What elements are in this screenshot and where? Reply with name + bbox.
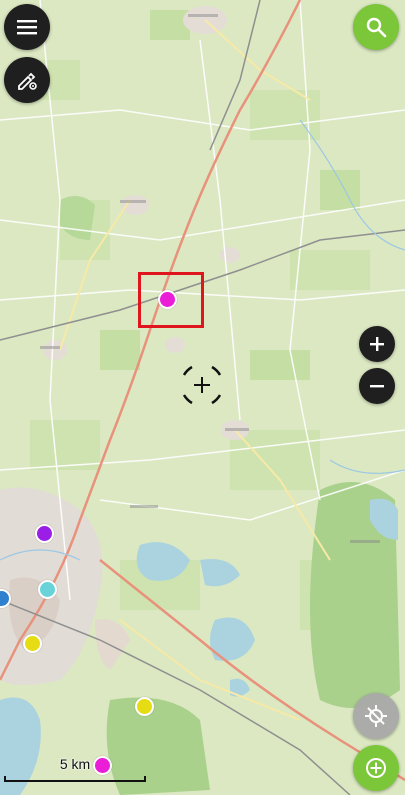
minus-icon — [370, 385, 384, 388]
my-location-button[interactable] — [353, 693, 399, 739]
map-poi-marker-cyan[interactable] — [38, 580, 57, 599]
search-button[interactable] — [353, 4, 399, 50]
highlight-box — [138, 272, 204, 328]
zoom-out-button[interactable] — [359, 368, 395, 404]
add-circle-icon — [366, 758, 386, 778]
map-poi-marker-yellow-2[interactable] — [135, 697, 154, 716]
scale-bar-line — [4, 776, 146, 782]
hamburger-menu-icon — [17, 20, 37, 35]
map-center-crosshair-icon — [182, 365, 222, 405]
add-button[interactable] — [353, 745, 399, 791]
map-poi-marker-purple[interactable] — [35, 524, 54, 543]
zoom-in-button[interactable] — [359, 326, 395, 362]
edit-map-button[interactable] — [4, 57, 50, 103]
scale-bar-label: 5 km — [59, 756, 91, 772]
pen-gear-icon — [18, 72, 37, 90]
plus-icon — [370, 337, 384, 351]
location-disabled-icon — [365, 705, 387, 727]
menu-button[interactable] — [4, 4, 50, 50]
map-poi-marker-yellow-1[interactable] — [23, 634, 42, 653]
search-icon — [366, 17, 387, 38]
scale-bar: 5 km — [4, 752, 146, 782]
